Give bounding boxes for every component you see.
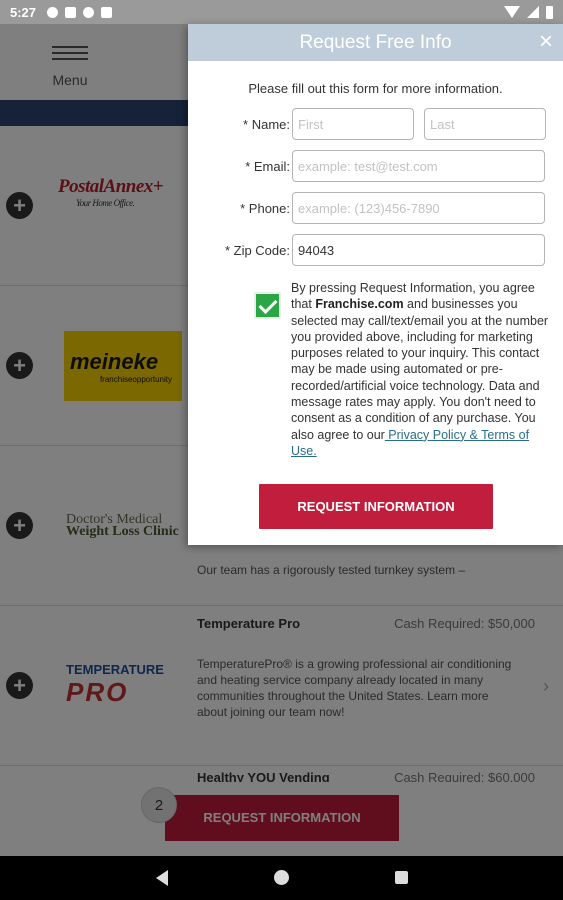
battery-icon [546, 5, 553, 19]
request-info-modal: Request Free Info × Please fill out this… [188, 24, 563, 545]
email-label: * Email: [245, 158, 290, 174]
phone-label: * Phone: [240, 200, 290, 216]
name-label: * Name: [243, 116, 290, 132]
wifi-icon [504, 6, 520, 18]
recents-icon[interactable] [395, 871, 408, 884]
settings-icon [47, 6, 59, 18]
sd-card-icon [101, 6, 113, 18]
franchise-brand: Franchise.com [315, 297, 404, 312]
back-icon[interactable] [156, 870, 168, 886]
email-field[interactable] [292, 150, 545, 182]
first-name-field[interactable] [292, 108, 414, 140]
android-nav-bar [0, 856, 563, 900]
signal-icon [527, 6, 539, 18]
status-time: 5:27 [10, 4, 37, 20]
home-icon[interactable] [274, 870, 289, 885]
consent-checkbox[interactable] [254, 292, 281, 319]
email-row: * Email: [188, 150, 545, 182]
status-bar: 5:27 [0, 0, 563, 24]
modal-title: Request Free Info [299, 32, 452, 53]
phone-row: * Phone: [188, 192, 545, 224]
name-row: * Name: [188, 108, 546, 140]
form-intro: Please fill out this form for more infor… [248, 81, 503, 96]
modal-header: Request Free Info × [188, 24, 563, 61]
cloud-icon [83, 6, 95, 18]
last-name-field[interactable] [424, 108, 546, 140]
consent-text: By pressing Request Information, you agr… [291, 281, 549, 458]
zip-label: * Zip Code: [224, 242, 290, 258]
zip-row: * Zip Code: [188, 234, 545, 266]
calendar-icon [65, 6, 77, 18]
request-information-button[interactable]: REQUEST INFORMATION [259, 484, 493, 529]
close-icon[interactable]: × [539, 29, 553, 55]
zip-code-field[interactable] [292, 234, 545, 266]
phone-field[interactable] [292, 192, 545, 224]
